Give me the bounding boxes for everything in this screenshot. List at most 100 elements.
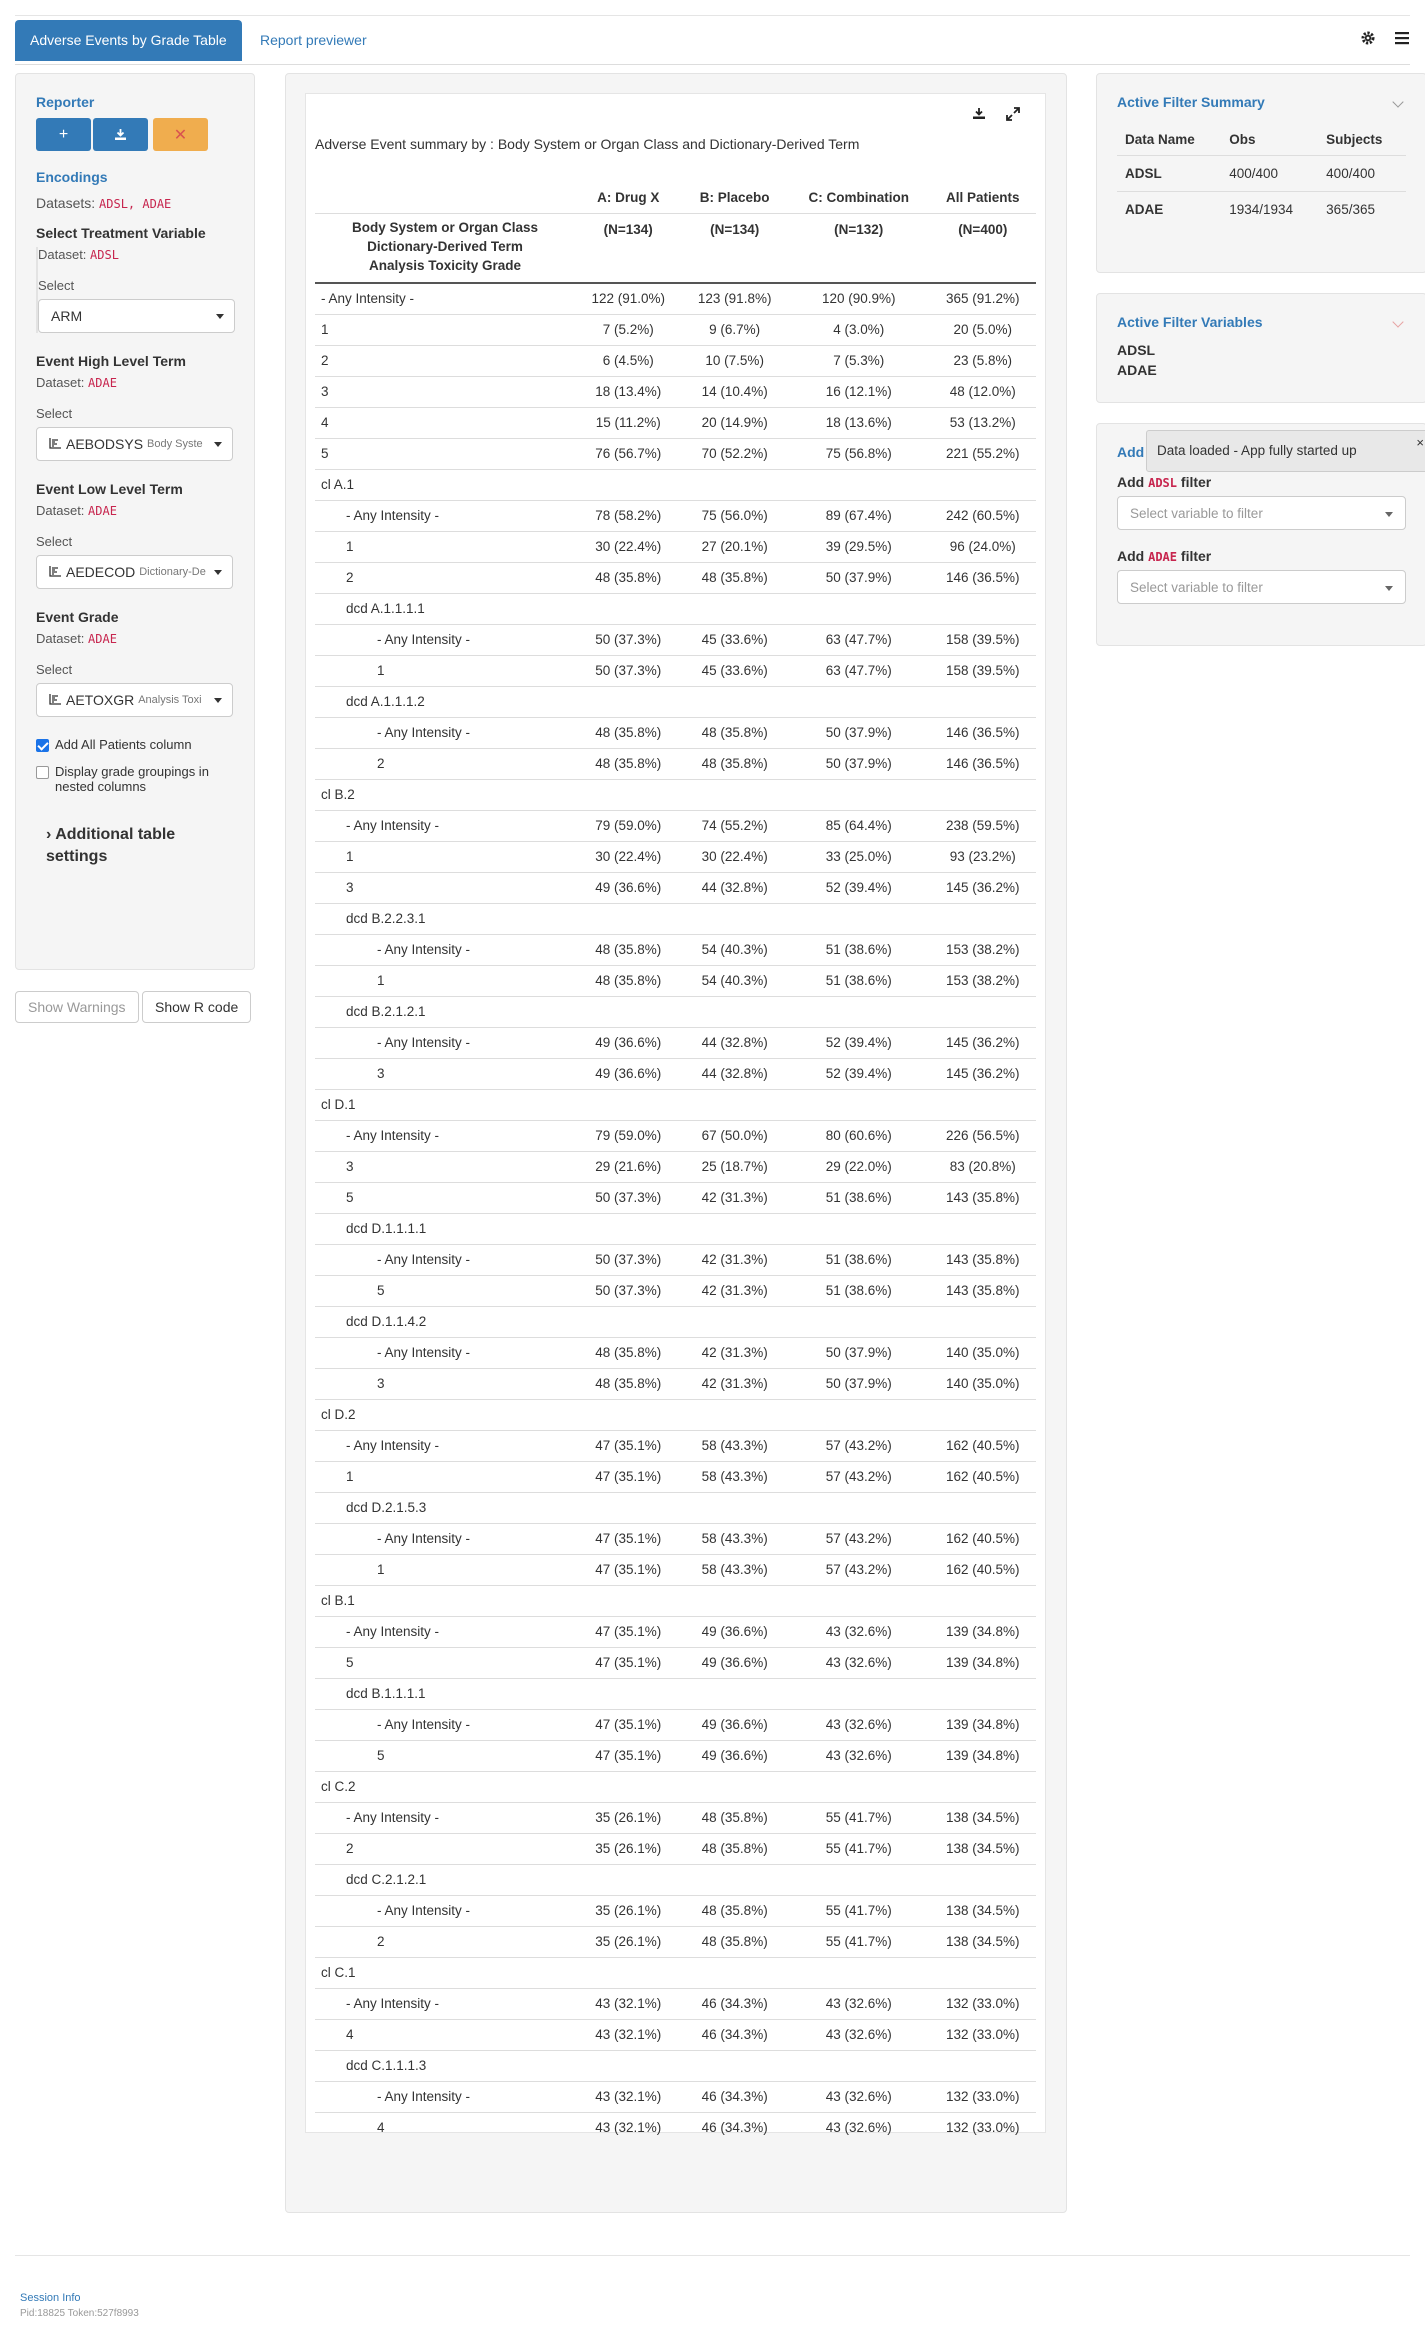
adsl-filter-select[interactable]: Select variable to filter: [1117, 496, 1406, 530]
table-cell: 146 (36.5%): [929, 747, 1036, 779]
filter-var-adae[interactable]: ADAE: [1117, 360, 1406, 380]
download-report-button[interactable]: [93, 118, 148, 151]
row-label: - Any Intensity -: [315, 623, 575, 655]
table-cell: 153 (38.2%): [929, 933, 1036, 965]
treatment-select[interactable]: ARM: [38, 299, 235, 333]
table-cell: 52 (39.4%): [787, 871, 930, 903]
table-row: 3 49 (36.6%) 44 (32.8%) 52 (39.4%) 145 (36.2…: [315, 871, 1036, 903]
grade-select[interactable]: AETOXGR Analysis Toxi: [36, 683, 233, 717]
table-cell: 365 (91.2%): [929, 282, 1036, 314]
table-cell: [787, 778, 930, 810]
table-cell: 132 (33.0%): [929, 2018, 1036, 2050]
table-cell: 145 (36.2%): [929, 1057, 1036, 1089]
table-cell: 50 (37.3%): [575, 654, 682, 686]
table-cell: [681, 1770, 788, 1802]
table-cell: 132 (33.0%): [929, 2111, 1036, 2143]
table-cell: [787, 1088, 930, 1120]
table-cell: 51 (38.6%): [787, 964, 930, 996]
tab-adverse-events[interactable]: Adverse Events by Grade Table: [15, 20, 242, 61]
filter-summary-title[interactable]: Active Filter Summary: [1117, 94, 1406, 110]
filter-var-adsl[interactable]: ADSL: [1117, 340, 1406, 360]
plus-icon: +: [58, 125, 69, 143]
low-term-title: Event Low Level Term: [36, 481, 183, 497]
table-cell: [681, 902, 788, 934]
table-cell: 96 (24.0%): [929, 530, 1036, 562]
gear-icon[interactable]: [1360, 30, 1376, 49]
filter-variables-title[interactable]: Active Filter Variables: [1117, 314, 1406, 330]
table-row: 2 35 (26.1%) 48 (35.8%) 55 (41.7%) 138 (34.5…: [315, 1832, 1036, 1864]
reporter-heading: Reporter: [36, 94, 95, 110]
table-cell: 46 (34.3%): [681, 2111, 788, 2143]
session-info-link[interactable]: Session Info: [20, 2292, 81, 2304]
table-cell: [681, 778, 788, 810]
table-cell: 54 (40.3%): [681, 933, 788, 965]
hamburger-menu-icon[interactable]: [1394, 30, 1410, 49]
row-label: 3: [315, 1150, 575, 1182]
table-cell: [681, 1677, 788, 1709]
table-cell: 48 (35.8%): [681, 747, 788, 779]
table-cell: 51 (38.6%): [787, 1181, 930, 1213]
table-cell: [929, 685, 1036, 717]
reset-report-button[interactable]: ✕: [153, 118, 208, 151]
row-label: - Any Intensity -: [315, 1615, 575, 1647]
add-all-patients-label: Add All Patients column: [55, 737, 192, 752]
table-row: 2 48 (35.8%) 48 (35.8%) 50 (37.9%) 146 (36.5…: [315, 747, 1036, 779]
filter-var-list: ADSL ADAE: [1117, 340, 1406, 380]
table-cell: 49 (36.6%): [575, 871, 682, 903]
row-label: - Any Intensity -: [315, 1243, 575, 1275]
table-cell: 43 (32.6%): [787, 2080, 930, 2112]
table-cell: 55 (41.7%): [787, 1801, 930, 1833]
table-row: cl B.1: [315, 1584, 1036, 1616]
table-cell: [575, 1956, 682, 1988]
table-cell: [575, 1584, 682, 1616]
row-label: dcd C.1.1.1.3: [315, 2049, 575, 2081]
table-cell: 75 (56.0%): [681, 499, 788, 531]
table-cell: 140 (35.0%): [929, 1336, 1036, 1368]
table-cell: 221 (55.2%): [929, 437, 1036, 469]
tab-report-previewer[interactable]: Report previewer: [260, 20, 367, 61]
table-cell: 74 (55.2%): [681, 809, 788, 841]
download-icon[interactable]: [972, 107, 986, 124]
row-label: - Any Intensity -: [315, 1522, 575, 1554]
add-to-report-button[interactable]: +: [36, 118, 91, 151]
table-cell: [681, 1088, 788, 1120]
active-filter-variables-panel: Active Filter Variables ADSL ADAE: [1096, 293, 1425, 403]
table-cell: 162 (40.5%): [929, 1429, 1036, 1461]
table-cell: 146 (36.5%): [929, 716, 1036, 748]
table-cell: 43 (32.6%): [787, 1739, 930, 1771]
active-filter-summary-panel: Active Filter Summary Data Name Obs Subj…: [1096, 73, 1425, 273]
high-term-select[interactable]: AEBODSYS Body Syste: [36, 427, 233, 461]
table-cell: 58 (43.3%): [681, 1553, 788, 1585]
table-cell: 52 (39.4%): [787, 1026, 930, 1058]
table-cell: 48 (35.8%): [681, 1894, 788, 1926]
close-icon[interactable]: ×: [1416, 435, 1424, 450]
row-label: - Any Intensity -: [315, 1429, 575, 1461]
chart-icon: [49, 436, 61, 452]
datasets-line: Datasets: ADSL, ADAE: [36, 195, 234, 211]
add-all-patients-checkbox[interactable]: [36, 739, 49, 752]
table-row: - Any Intensity -78 (58.2%) 75 (56.0%) 89 …: [315, 499, 1036, 531]
adae-filter-select[interactable]: Select variable to filter: [1117, 570, 1406, 604]
table-cell: [575, 778, 682, 810]
low-term-select[interactable]: AEDECOD Dictionary-De: [36, 555, 233, 589]
filter-summary-table: Data Name Obs Subjects ADSL 400/400 400/…: [1117, 124, 1406, 227]
grade-select-label: Select: [36, 662, 73, 677]
table-cell: 46 (34.3%): [681, 1987, 788, 2019]
show-r-code-button[interactable]: Show R code: [142, 991, 252, 1023]
fs-cell: ADSL: [1117, 155, 1222, 192]
show-warnings-button[interactable]: Show Warnings: [15, 991, 139, 1023]
table-cell: 138 (34.5%): [929, 1832, 1036, 1864]
table-cell: 50 (37.9%): [787, 716, 930, 748]
caret-down-icon: [1385, 512, 1393, 517]
table-row: - Any Intensity -50 (37.3%) 42 (31.3%) 51 …: [315, 1243, 1036, 1275]
additional-settings-toggle[interactable]: › Additional table settings: [46, 824, 234, 869]
expand-icon[interactable]: [1006, 107, 1020, 124]
table-row: - Any Intensity -48 (35.8%) 48 (35.8%) 50 …: [315, 716, 1036, 748]
row-label: - Any Intensity -: [315, 1336, 575, 1368]
table-cell: 29 (21.6%): [575, 1150, 682, 1182]
table-cell: 47 (35.1%): [575, 1708, 682, 1740]
grade-groupings-checkbox[interactable]: [36, 766, 49, 779]
table-cell: 47 (35.1%): [575, 1460, 682, 1492]
fs-header-subjects: Subjects: [1326, 132, 1383, 147]
table-cell: [787, 468, 930, 500]
